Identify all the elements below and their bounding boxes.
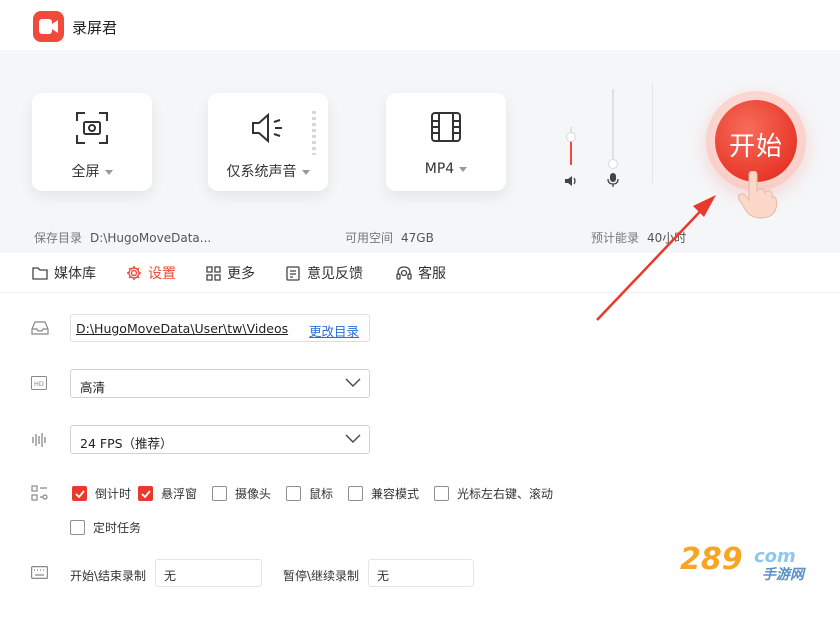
option-camera[interactable]: 摄像头	[212, 485, 271, 502]
waveform-icon	[31, 432, 47, 452]
watermark-number: 289	[680, 542, 743, 577]
save-path-field: D:\HugoMoveData\User\tw\Videos 更改目录	[70, 314, 370, 342]
app-title: 录屏君	[72, 19, 118, 37]
audio-level-meter	[312, 111, 316, 155]
checkbox-unchecked[interactable]	[348, 486, 363, 501]
record-mode-card[interactable]: 全屏	[32, 93, 152, 191]
checkbox-unchecked[interactable]	[286, 486, 301, 501]
option-scheduled-task[interactable]: 定时任务	[70, 519, 141, 536]
checkbox-unchecked[interactable]	[70, 520, 85, 535]
mic-volume-slider[interactable]	[612, 89, 614, 165]
chevron-down-icon	[104, 169, 113, 175]
record-mode-label: 全屏	[71, 164, 100, 180]
inbox-icon	[31, 320, 49, 340]
nav-tabs: 媒体库 设置 更多 意见反馈 客服	[0, 253, 840, 293]
quality-select[interactable]: 高清	[70, 369, 370, 398]
start-record-label: 开始	[728, 132, 783, 162]
hotkey-pause-label: 暂停\继续录制	[283, 569, 360, 583]
save-path-value[interactable]: D:\HugoMoveData\User\tw\Videos	[76, 321, 288, 336]
fullscreen-capture-icon	[75, 111, 109, 149]
checkbox-checked[interactable]	[138, 486, 153, 501]
audio-source-card[interactable]: 仅系统声音	[208, 93, 328, 191]
fps-value: 24 FPS（推荐）	[80, 436, 173, 451]
speaker-icon	[250, 111, 286, 149]
mic-volume-knob[interactable]	[608, 159, 618, 169]
tab-more[interactable]: 更多	[206, 263, 255, 283]
keyboard-icon	[31, 566, 49, 583]
checkbox-checked[interactable]	[72, 486, 87, 501]
output-format-label: MP4	[424, 161, 455, 177]
free-space-value: 47GB	[401, 231, 434, 245]
option-compat-mode[interactable]: 兼容模式	[348, 485, 419, 502]
estimate-label: 预计能录	[591, 231, 640, 245]
quality-value: 高清	[80, 380, 106, 395]
svg-text:HD: HD	[34, 380, 44, 388]
chevron-down-icon	[345, 378, 361, 387]
change-dir-link[interactable]: 更改目录	[309, 321, 359, 340]
option-cursor-clicks[interactable]: 光标左右键、滚动	[434, 485, 553, 502]
grid-icon	[206, 265, 221, 281]
estimate-value: 40小时	[647, 231, 687, 245]
gear-icon	[127, 266, 141, 280]
hotkey-start-input[interactable]: 无	[155, 559, 262, 587]
feedback-icon	[286, 265, 300, 281]
free-space-label: 可用空间	[345, 231, 394, 245]
checkbox-unchecked[interactable]	[434, 486, 449, 501]
chevron-down-icon	[345, 434, 361, 443]
speaker-volume-knob[interactable]	[566, 132, 576, 142]
speaker-small-icon	[564, 174, 578, 192]
option-mouse[interactable]: 鼠标	[286, 485, 333, 502]
checkbox-unchecked[interactable]	[212, 486, 227, 501]
watermark-sub: 手游网	[762, 567, 804, 583]
panel-divider	[652, 83, 653, 183]
headset-icon	[396, 265, 412, 280]
film-icon	[430, 111, 462, 147]
tab-customer-service[interactable]: 客服	[396, 263, 446, 283]
fps-select[interactable]: 24 FPS（推荐）	[70, 425, 370, 454]
chevron-down-icon	[301, 169, 310, 175]
audio-source-label: 仅系统声音	[226, 164, 297, 180]
hd-icon: HD	[31, 376, 47, 394]
option-countdown[interactable]: 倒计时	[72, 485, 131, 502]
save-dir-label: 保存目录	[34, 231, 83, 245]
tab-feedback[interactable]: 意见反馈	[286, 263, 363, 283]
app-window: 录屏君 全屏 仅系统声音 MP4 开始 保存目录 D:\HugoMoveData…	[0, 0, 840, 620]
app-logo-icon	[33, 11, 64, 42]
options-icon	[31, 485, 48, 505]
site-watermark: 289 com 手游网	[680, 538, 830, 584]
hotkey-pause-input[interactable]: 无	[368, 559, 474, 587]
output-format-card[interactable]: MP4	[386, 93, 506, 191]
control-panel: 全屏 仅系统声音 MP4 开始 保存目录 D:\HugoMoveData... …	[0, 53, 840, 253]
option-floating-window[interactable]: 悬浮窗	[138, 485, 197, 502]
hotkey-start-label: 开始\结束录制	[70, 569, 147, 583]
tab-media-library[interactable]: 媒体库	[32, 263, 96, 283]
title-bar: 录屏君	[0, 0, 840, 52]
save-dir-value: D:\HugoMoveData...	[90, 231, 212, 245]
chevron-down-icon	[459, 166, 468, 172]
microphone-icon	[607, 173, 619, 192]
tab-settings[interactable]: 设置	[126, 263, 176, 283]
pointing-hand-icon	[735, 170, 779, 223]
folder-icon	[32, 267, 48, 280]
